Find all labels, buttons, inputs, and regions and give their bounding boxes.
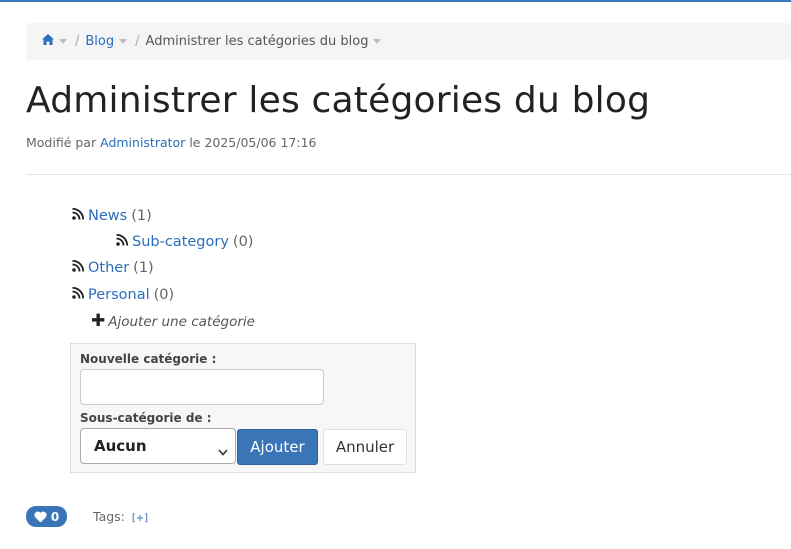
add-category-label: Ajouter une catégorie (108, 313, 255, 330)
modified-prefix: Modifié par (26, 135, 97, 150)
category-count: (0) (153, 287, 175, 303)
new-category-input[interactable] (80, 369, 324, 405)
parent-category-select[interactable]: Aucun (80, 428, 236, 464)
breadcrumb-separator: / (75, 34, 80, 49)
breadcrumb-separator: / (135, 34, 140, 49)
rss-icon[interactable] (72, 286, 85, 303)
breadcrumb-current: Administrer les catégories du blog (145, 34, 369, 49)
category-item-other: Other (1) (72, 259, 154, 276)
category-link-personal[interactable]: Personal (88, 287, 150, 303)
chevron-down-icon[interactable] (119, 39, 128, 44)
cancel-button[interactable]: Annuler (323, 429, 407, 465)
chevron-down-icon (218, 442, 228, 460)
chevron-down-icon[interactable] (59, 39, 67, 44)
rss-icon[interactable] (72, 207, 85, 224)
category-link-news[interactable]: News (88, 208, 127, 224)
category-link-other[interactable]: Other (88, 260, 129, 276)
like-count: 0 (50, 509, 60, 524)
parent-category-selected: Aucun (94, 437, 147, 455)
category-count: (1) (133, 260, 154, 276)
category-item-news: News (1) (72, 207, 152, 224)
category-count: (1) (131, 208, 152, 224)
category-item-sub-category: Sub-category (0) (116, 233, 254, 250)
author-link[interactable]: Administrator (100, 135, 185, 150)
add-category-link[interactable]: ✚ Ajouter une catégorie (91, 313, 255, 330)
chevron-down-icon[interactable] (373, 39, 382, 44)
tags-label: Tags: (93, 509, 125, 524)
rss-icon[interactable] (116, 233, 129, 250)
breadcrumb-blog-link[interactable]: Blog (85, 34, 114, 49)
new-category-label: Nouvelle catégorie : (80, 352, 217, 366)
modified-date: le 2025/05/06 17:16 (189, 135, 317, 150)
add-button[interactable]: Ajouter (237, 429, 318, 465)
plus-icon: ✚ (91, 311, 106, 331)
breadcrumb: / Blog / Administrer les catégories du b… (26, 23, 791, 60)
category-count: (0) (232, 234, 254, 250)
category-item-personal: Personal (0) (72, 286, 175, 303)
page-title: Administrer les catégories du blog (26, 80, 651, 121)
new-category-form: Nouvelle catégorie : Sous-catégorie de :… (70, 343, 416, 473)
category-link-sub-category[interactable]: Sub-category (132, 234, 229, 250)
rss-icon[interactable] (72, 259, 85, 276)
heart-icon (34, 511, 47, 522)
divider (26, 174, 791, 175)
parent-category-label: Sous-catégorie de : (80, 411, 212, 425)
like-button[interactable]: 0 (26, 506, 67, 527)
tags-area: Tags: [+] (93, 509, 148, 524)
add-tag-link[interactable]: [+] (132, 513, 148, 524)
home-icon[interactable] (42, 34, 54, 49)
modified-info: Modifié par Administrator le 2025/05/06 … (26, 135, 317, 150)
top-accent-bar (0, 0, 791, 2)
